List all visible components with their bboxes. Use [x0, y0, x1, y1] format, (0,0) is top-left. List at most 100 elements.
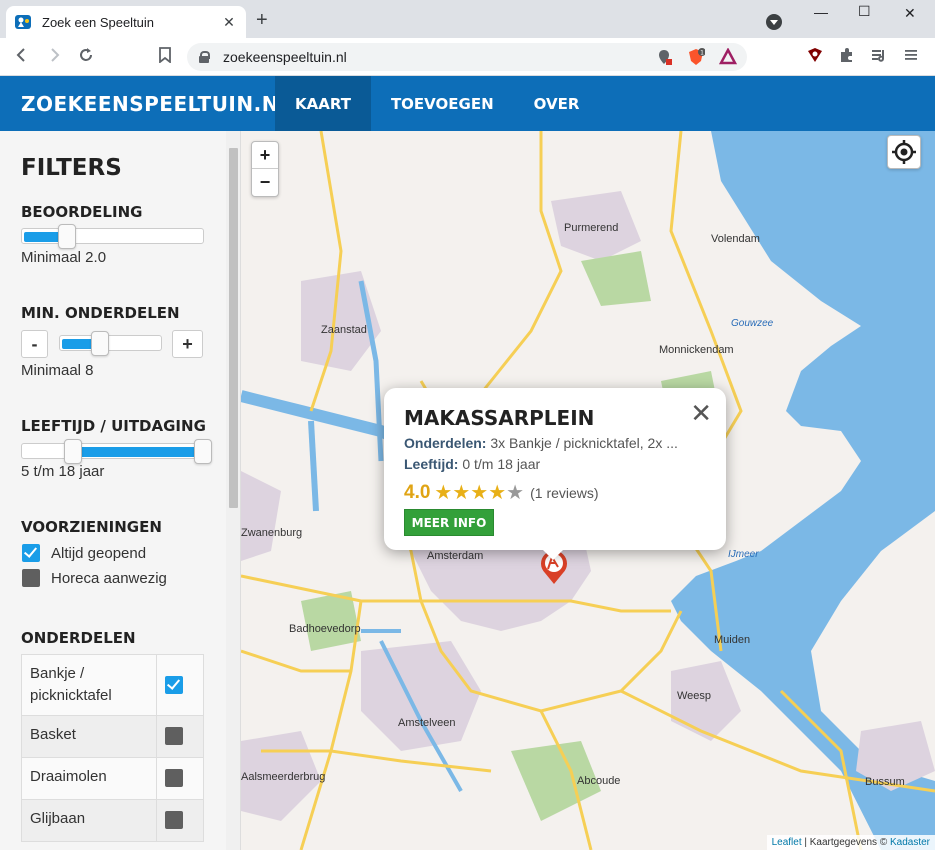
rating-value: Minimaal 2.0	[21, 249, 107, 266]
popup-rating: 4.0 ★ ★ ★ ★ ★ (1 reviews)	[404, 480, 599, 505]
age-slider-fill	[72, 447, 208, 457]
popup-close-icon[interactable]: ✕	[690, 398, 712, 429]
map-place-label: Zaanstad	[321, 324, 367, 336]
site-header: ZOEKEENSPEELTUIN.NL KAART TOEVOEGEN OVER	[0, 76, 935, 131]
map-attribution: Leaflet | Kaartgegevens © Kadaster	[766, 835, 935, 850]
parts-row-checkbox[interactable]	[165, 769, 183, 787]
map-place-label: Monnickendam	[659, 344, 734, 356]
close-window-button[interactable]: ✕	[904, 5, 916, 22]
facilities-heading: VOORZIENINGEN	[21, 518, 162, 536]
popup-parts: Onderdelen: 3x Bankje / picknicktafel, 2…	[404, 435, 704, 451]
star-empty-icon: ★	[506, 482, 525, 504]
nav-toevoegen[interactable]: TOEVOEGEN	[371, 76, 514, 131]
zoom-in-button[interactable]: +	[252, 142, 278, 169]
parts-row-checkbox[interactable]	[165, 676, 183, 694]
nav-over[interactable]: OVER	[514, 76, 600, 131]
filters-sidebar: FILTERS BEOORDELING Minimaal 2.0 MIN. ON…	[0, 131, 241, 850]
age-slider-max-handle[interactable]	[194, 439, 212, 464]
rating-heading: BEOORDELING	[21, 203, 143, 221]
map-view[interactable]: Purmerend Volendam Zaanstad Monnickendam…	[241, 131, 935, 850]
tab-search-icon[interactable]	[766, 14, 782, 30]
rating-slider[interactable]	[21, 224, 204, 249]
site-brand-logo[interactable]: ZOEKEENSPEELTUIN.NL	[21, 92, 292, 116]
map-place-label: Muiden	[714, 634, 751, 646]
extension-ublock-icon[interactable]	[806, 46, 824, 64]
map-water-label: Gouwzee	[731, 318, 774, 329]
popup-age: Leeftijd: 0 t/m 18 jaar	[404, 456, 704, 472]
parts-row-checkbox[interactable]	[165, 811, 183, 829]
popup-parts-value: 3x Bankje / picknicktafel, 2x ...	[490, 435, 678, 451]
map-place-label: Zwanenburg	[241, 527, 303, 539]
map-place-label: Badhoevedorp	[289, 623, 361, 635]
playground-popup: MAKASSARPLEIN ✕ Onderdelen: 3x Bankje / …	[384, 388, 726, 560]
parts-row-label: Basket	[22, 716, 157, 757]
popup-age-value: 0 t/m 18 jaar	[462, 456, 541, 472]
parts-row[interactable]: Glijbaan	[21, 800, 204, 842]
brave-rewards-icon[interactable]	[719, 48, 737, 66]
sidebar-scrollbar-thumb[interactable]	[229, 148, 238, 508]
back-arrow-icon[interactable]	[14, 47, 30, 68]
attribution-text: | Kaartgegevens ©	[801, 837, 890, 848]
new-tab-button[interactable]: +	[256, 10, 268, 30]
map-place-label: Aalsmeerderbrug	[241, 771, 326, 783]
map-place-label: Bussum	[865, 776, 905, 788]
min-parts-slider-handle[interactable]	[91, 331, 109, 356]
map-place-label: Weesp	[677, 690, 712, 702]
extensions-puzzle-icon[interactable]	[838, 46, 856, 64]
age-heading: LEEFTIJD / UITDAGING	[21, 417, 206, 435]
star-filled-icon: ★	[452, 482, 471, 504]
url-text: zoekeenspeeltuin.nl	[223, 49, 347, 65]
more-info-button[interactable]: MEER INFO	[404, 509, 494, 536]
playground-favicon-icon	[15, 15, 31, 29]
age-value: 5 t/m 18 jaar	[21, 463, 105, 480]
map-place-label: Amstelveen	[398, 717, 456, 729]
browser-tab-bar: Zoek een Speeltuin ✕ + — ☐ ✕	[0, 0, 935, 38]
parts-row-label: Draaimolen	[22, 758, 157, 799]
locate-me-button[interactable]	[887, 135, 921, 169]
nav-kaart[interactable]: KAART	[275, 76, 371, 131]
brave-badge-count: 1	[700, 50, 704, 57]
popup-reviews-count[interactable]: (1 reviews)	[530, 485, 598, 501]
maximize-button[interactable]: ☐	[858, 3, 871, 20]
age-slider-min-handle[interactable]	[64, 439, 82, 464]
rating-slider-handle[interactable]	[58, 224, 76, 249]
zoom-out-button[interactable]: −	[252, 169, 278, 196]
brave-shield-icon[interactable]: 1	[687, 48, 705, 66]
tab-title: Zoek een Speeltuin	[42, 14, 155, 30]
age-range-slider[interactable]	[21, 439, 212, 464]
map-place-label: Abcoude	[577, 775, 621, 787]
popup-age-label: Leeftijd:	[404, 456, 459, 472]
min-parts-slider[interactable]	[59, 331, 162, 356]
location-blocked-icon[interactable]	[655, 48, 673, 66]
star-filled-icon: ★	[434, 482, 453, 504]
min-parts-value: Minimaal 8	[21, 362, 94, 379]
minimize-button[interactable]: —	[814, 4, 828, 20]
facility-always-open-label: Altijd geopend	[51, 545, 147, 562]
menu-icon[interactable]	[902, 46, 920, 64]
facility-horeca-label: Horeca aanwezig	[51, 570, 167, 587]
bookmark-icon[interactable]	[158, 47, 172, 68]
map-water-label: IJmeer	[728, 549, 759, 560]
address-bar[interactable]: zoekeenspeeltuin.nl 1	[187, 43, 747, 71]
facility-horeca-checkbox[interactable]	[22, 569, 40, 587]
parts-row[interactable]: Basket	[21, 716, 204, 758]
forward-arrow-icon[interactable]	[46, 47, 62, 68]
browser-toolbar: zoekeenspeeltuin.nl 1	[0, 38, 935, 76]
parts-row-label: Glijbaan	[22, 800, 157, 841]
min-parts-plus-button[interactable]: +	[172, 330, 203, 358]
media-queue-icon[interactable]	[870, 46, 888, 64]
filters-title: FILTERS	[21, 155, 122, 181]
parts-row-label: Bankje / picknicktafel	[22, 655, 157, 715]
min-parts-minus-button[interactable]: -	[21, 330, 48, 358]
leaflet-link[interactable]: Leaflet	[772, 837, 802, 848]
tab-close-icon[interactable]: ✕	[220, 14, 238, 31]
parts-row-checkbox[interactable]	[165, 727, 183, 745]
parts-row[interactable]: Draaimolen	[21, 758, 204, 800]
parts-row[interactable]: Bankje / picknicktafel	[21, 654, 204, 716]
reload-icon[interactable]	[78, 47, 94, 68]
browser-tab[interactable]: Zoek een Speeltuin ✕	[6, 6, 246, 38]
min-parts-heading: MIN. ONDERDELEN	[21, 304, 180, 322]
kadaster-link[interactable]: Kadaster	[890, 837, 930, 848]
facility-always-open-checkbox[interactable]	[22, 544, 40, 562]
map-place-label: Volendam	[711, 233, 760, 245]
